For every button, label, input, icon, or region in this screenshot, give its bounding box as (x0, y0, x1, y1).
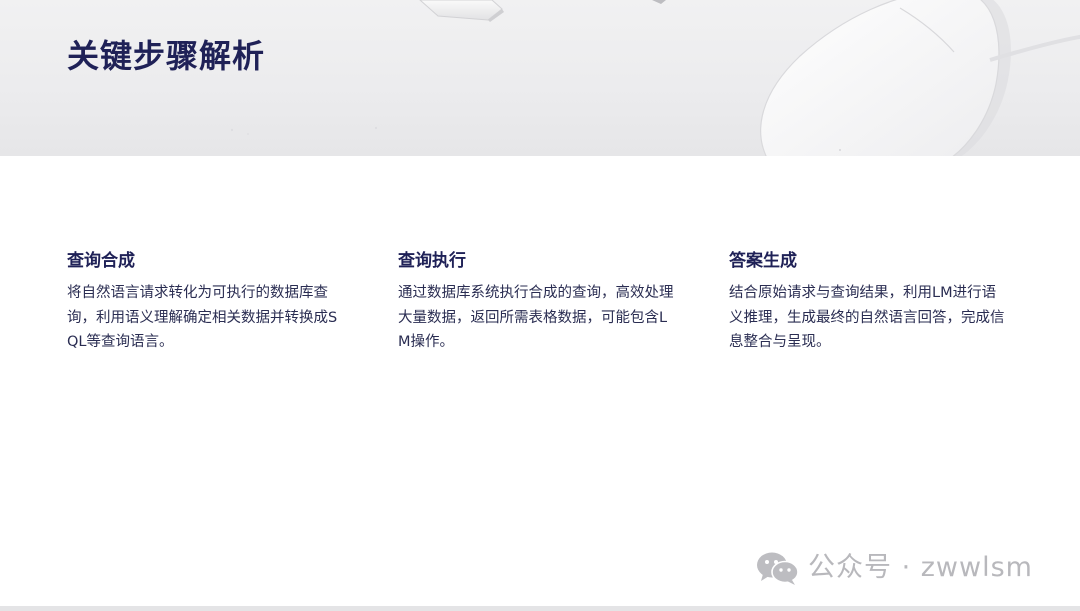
hero-background-image (230, 0, 1080, 156)
step-title: 查询合成 (67, 251, 135, 271)
step-query-synthesis: 查询合成 将自然语言请求转化为可执行的数据库查询，利用语义理解确定相关数据并转换… (67, 248, 357, 355)
step-query-execution: 查询执行 通过数据库系统执行合成的查询，高效处理大量数据，返回所需表格数据，可能… (398, 248, 688, 355)
watermark-text: 公众号 · zwwlsm (808, 552, 1033, 583)
step-title: 答案生成 (729, 251, 797, 271)
step-title: 查询执行 (398, 251, 466, 271)
step-description: 通过数据库系统执行合成的查询，高效处理大量数据，返回所需表格数据，可能包含LM操… (398, 285, 674, 350)
watermark: 公众号 · zwwlsm (756, 549, 1033, 587)
step-description: 结合原始请求与查询结果，利用LM进行语义推理，生成最终的自然语言回答，完成信息整… (729, 285, 1005, 350)
step-description: 将自然语言请求转化为可执行的数据库查询，利用语义理解确定相关数据并转换成SQL等… (67, 285, 338, 350)
hero-banner: 关键步骤解析 (0, 0, 1080, 156)
wechat-icon (757, 552, 799, 585)
bottom-divider (0, 606, 1080, 611)
step-answer-generation: 答案生成 结合原始请求与查询结果，利用LM进行语义推理，生成最终的自然语言回答，… (729, 248, 1019, 355)
page-title: 关键步骤解析 (67, 37, 266, 75)
